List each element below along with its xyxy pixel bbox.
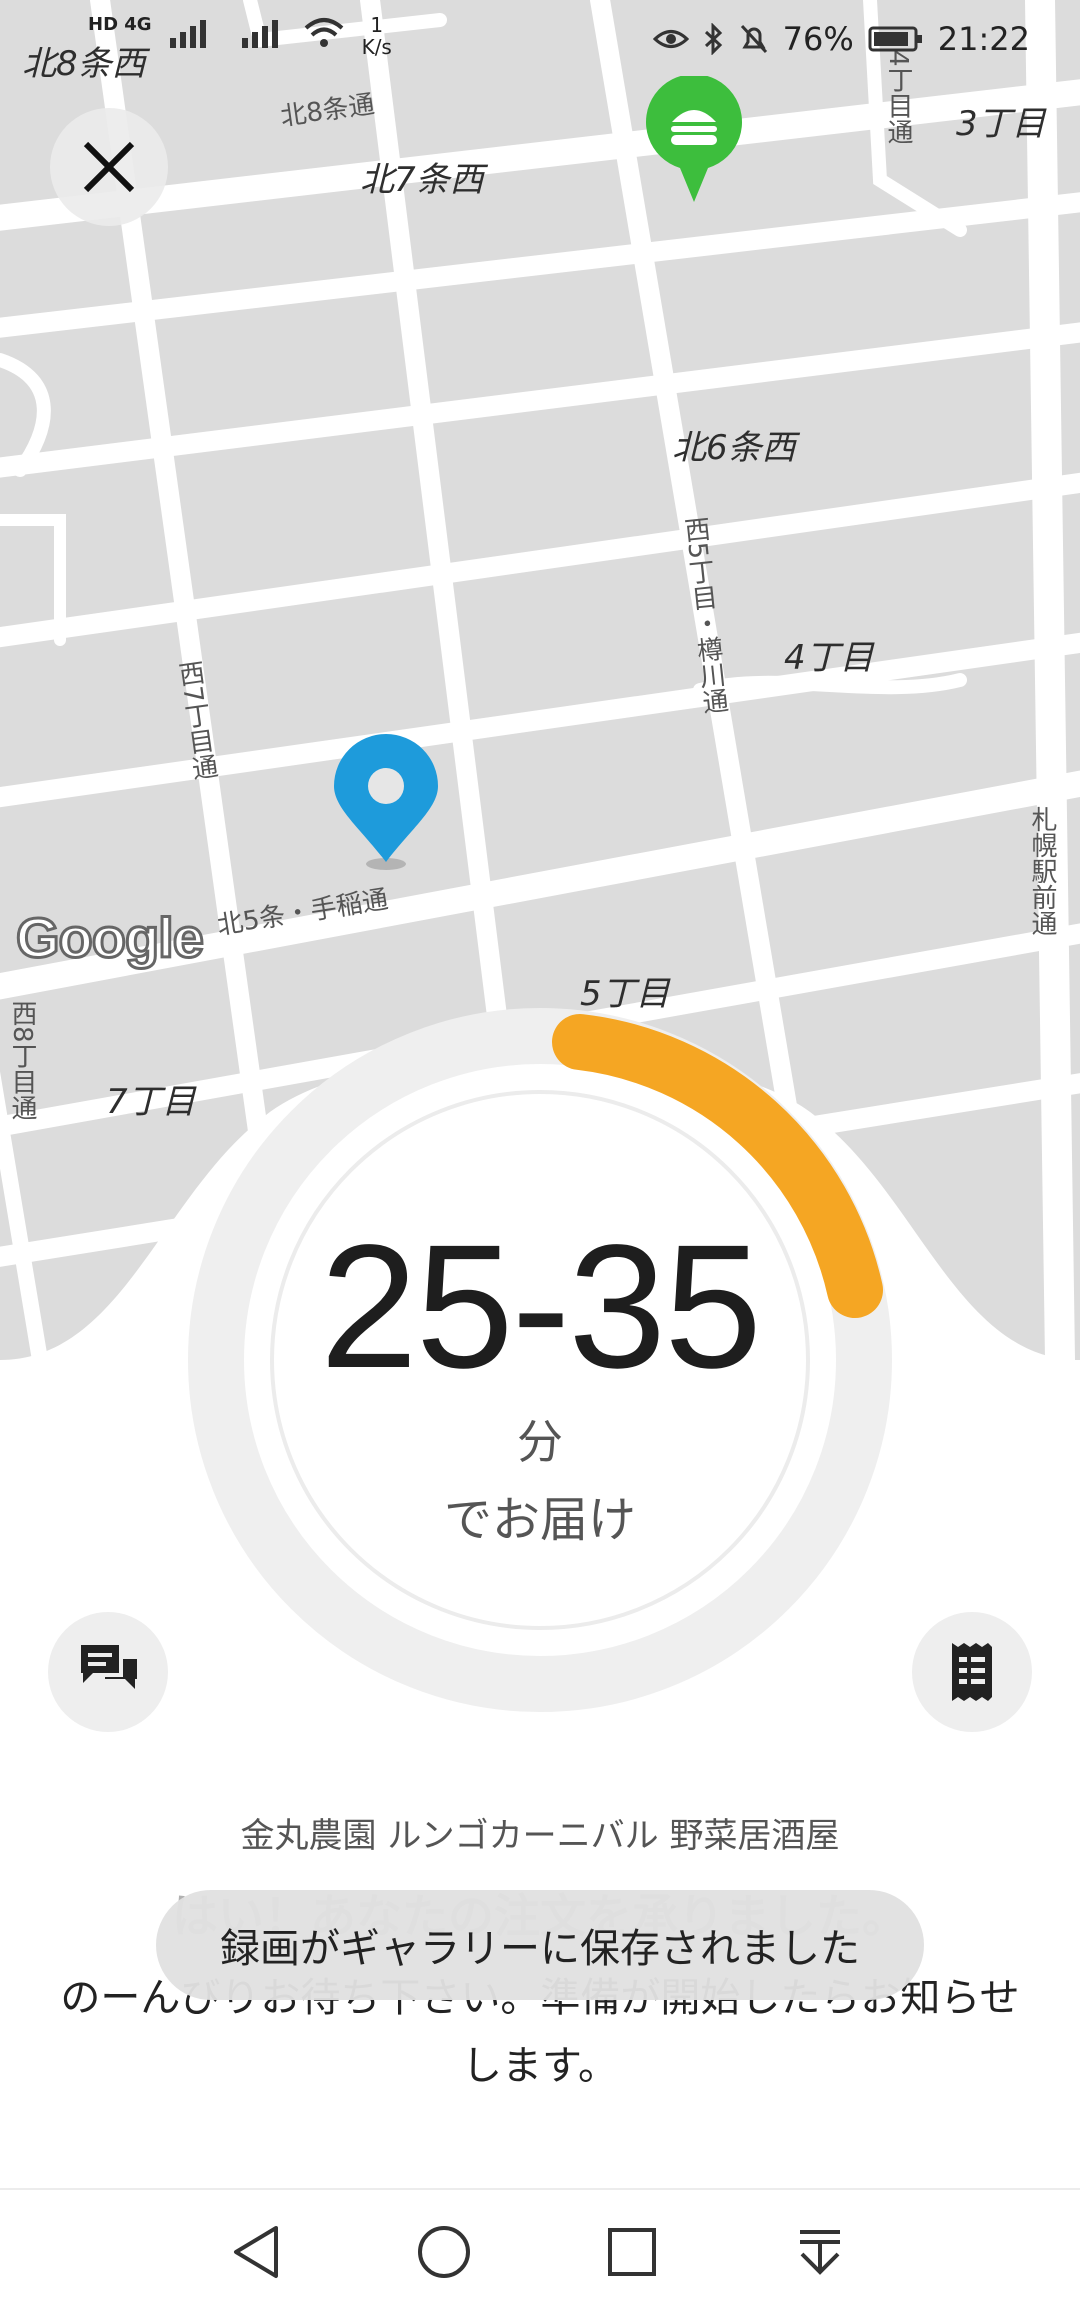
signal-icon <box>169 20 206 48</box>
street-label: 札幌駅前通 <box>1027 806 1057 936</box>
area-label: 3丁目 <box>956 104 1046 144</box>
eye-icon <box>652 30 689 48</box>
eta-caption: でお届け <box>443 1492 636 1548</box>
battery-icon <box>868 26 922 52</box>
receipt-button[interactable] <box>912 1612 1032 1732</box>
network-badge: HD 4G <box>88 14 152 35</box>
area-label: 4丁目 <box>784 638 874 678</box>
wifi-icon <box>304 18 343 47</box>
home-icon <box>418 2226 470 2278</box>
restaurant-name: 金丸農園 ルンゴカーニバル 野菜居酒屋 <box>240 1816 840 1856</box>
signal-icon <box>241 20 278 48</box>
home-button[interactable] <box>404 2212 484 2292</box>
back-icon <box>234 2226 278 2278</box>
pull-down-icon <box>800 2230 840 2275</box>
eta-unit: 分 <box>517 1415 563 1469</box>
close-button[interactable] <box>50 108 168 226</box>
clock: 21:22 <box>937 20 1030 58</box>
receipt-icon <box>952 1643 992 1701</box>
burger-icon <box>646 76 742 202</box>
battery-percent: 76% <box>782 20 854 58</box>
google-attribution: Google <box>15 905 206 971</box>
bluetooth-icon <box>704 23 722 55</box>
area-label: 北7条西 <box>360 160 484 200</box>
notifications-button[interactable] <box>780 2212 860 2292</box>
system-nav-bar <box>0 2188 1080 2314</box>
bell-muted-icon <box>740 24 767 54</box>
chat-icon <box>81 1645 137 1689</box>
network-speed: 1 K/s <box>361 13 392 59</box>
status-right: 76% 21:22 <box>652 20 1030 58</box>
toast-notification: 録画がギャラリーに保存されました <box>156 1890 924 2000</box>
back-button[interactable] <box>216 2212 296 2292</box>
eta-range: 25-35 <box>319 1209 762 1405</box>
recents-button[interactable] <box>592 2212 672 2292</box>
chat-button[interactable] <box>48 1612 168 1732</box>
status-left: HD 4G 1 K/s <box>88 14 392 58</box>
location-pin-icon <box>334 734 438 870</box>
area-label: 北6条西 <box>672 428 796 468</box>
recents-icon <box>608 2228 656 2276</box>
close-icon <box>83 141 135 193</box>
status-bar: HD 4G 1 K/s 76% 21:22 <box>0 0 1080 80</box>
